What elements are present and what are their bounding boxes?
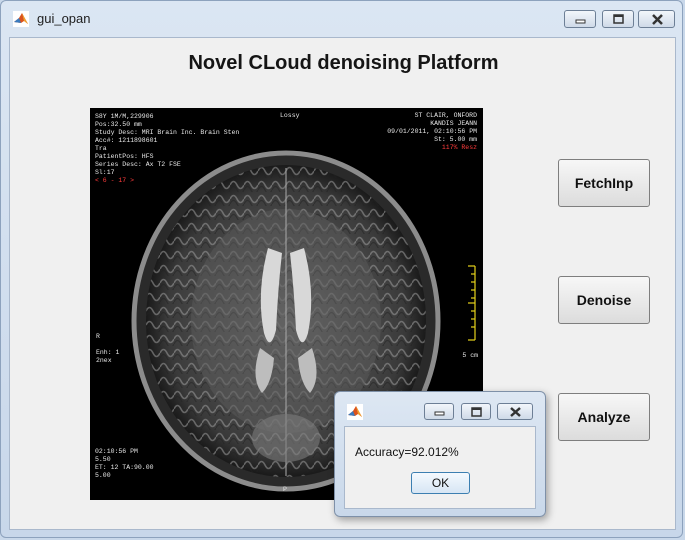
maximize-icon — [471, 407, 482, 417]
title-bar[interactable]: gui_opan — [1, 1, 682, 37]
dialog-maximize-button[interactable] — [461, 403, 491, 420]
matlab-icon — [347, 404, 363, 420]
analyze-button[interactable]: Analyze — [558, 393, 650, 441]
dialog-close-button[interactable] — [497, 403, 533, 420]
matlab-icon — [13, 11, 29, 27]
overlay-top-center: Lossy — [280, 112, 300, 119]
minimize-icon — [575, 19, 586, 24]
maximize-icon — [613, 14, 624, 24]
overlay-left-middle: R Enh: 1 2nex — [96, 333, 120, 364]
dialog-minimize-button[interactable] — [424, 403, 454, 420]
overlay-bottom-center: P — [283, 486, 287, 493]
overlay-top-left: S8Y 1M/M,229906 Pos:32.50 mm Study Desc:… — [95, 113, 240, 184]
close-icon — [652, 14, 663, 25]
close-button[interactable] — [638, 10, 675, 28]
overlay-top-right: ST CLAIR, ONFORD KANDIS JEANN 09/01/2011… — [387, 112, 477, 151]
main-window: gui_opan Novel CLoud denoising Platform — [0, 0, 683, 538]
close-icon — [510, 407, 521, 417]
fetch-input-button[interactable]: FetchInp — [558, 159, 650, 207]
ok-button[interactable]: OK — [411, 472, 470, 494]
window-title: gui_opan — [37, 11, 91, 26]
scale-label: 5 cm — [462, 352, 478, 359]
accuracy-message: Accuracy=92.012% — [355, 445, 459, 459]
page-title: Novel CLoud denoising Platform — [188, 52, 499, 74]
dialog-body: Accuracy=92.012% OK — [344, 426, 536, 509]
overlay-bottom-left: 02:10:56 PM 5.50 ET: 12 TA:90.00 5.00 — [95, 448, 154, 479]
minimize-icon — [434, 411, 445, 416]
minimize-button[interactable] — [564, 10, 596, 28]
denoise-button[interactable]: Denoise — [558, 276, 650, 324]
maximize-button[interactable] — [602, 10, 634, 28]
accuracy-dialog: Accuracy=92.012% OK — [334, 391, 546, 517]
